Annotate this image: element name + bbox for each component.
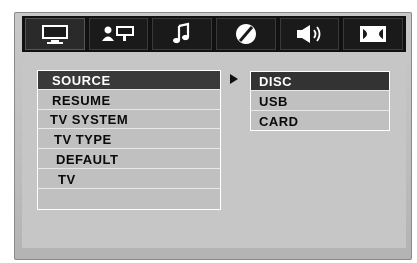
menu-item-tv[interactable]: TV <box>38 170 220 189</box>
tab-bar <box>22 16 406 52</box>
music-note-icon <box>173 22 190 44</box>
menu-item-tv-type[interactable]: TV TYPE <box>38 130 220 149</box>
menu-item-resume[interactable]: RESUME <box>38 91 220 110</box>
tab-video[interactable] <box>216 18 276 50</box>
dolby-icon <box>360 26 387 42</box>
selection-arrow-icon <box>230 74 238 84</box>
menu-item-source[interactable]: SOURCE <box>38 71 220 90</box>
speaker-volume-icon <box>296 25 320 43</box>
tab-audio[interactable] <box>152 18 213 50</box>
user-speaker-icon <box>101 26 134 41</box>
disc-slash-icon <box>235 24 256 44</box>
tab-general[interactable] <box>25 18 85 50</box>
settings-menu: SOURCE RESUME TV SYSTEM TV TYPE DEFAULT … <box>37 70 221 210</box>
monitor-icon <box>41 25 68 44</box>
source-submenu: DISC USB CARD <box>250 71 390 131</box>
tab-speaker[interactable] <box>279 18 340 50</box>
submenu-item-usb[interactable]: USB <box>251 92 389 111</box>
tab-dolby[interactable] <box>343 18 404 50</box>
submenu-item-disc[interactable]: DISC <box>251 72 389 91</box>
tab-language[interactable] <box>88 18 149 50</box>
menu-item-tv-system[interactable]: TV SYSTEM <box>38 110 220 129</box>
submenu-item-card[interactable]: CARD <box>251 112 389 131</box>
menu-item-default[interactable]: DEFAULT <box>38 150 220 169</box>
